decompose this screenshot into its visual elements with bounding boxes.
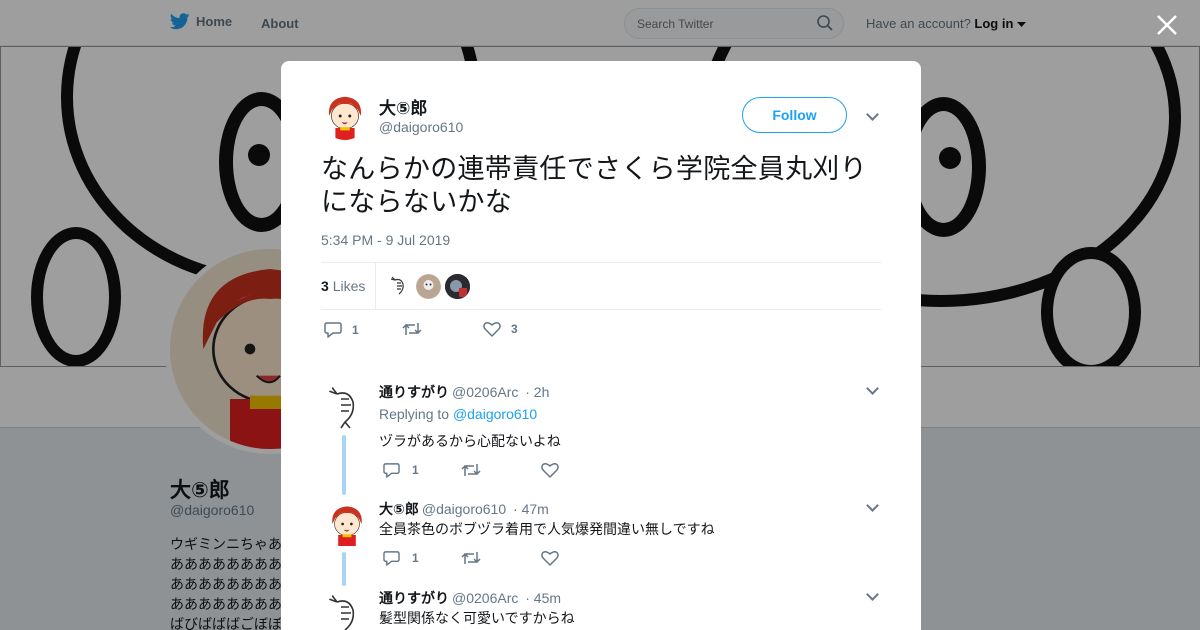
- reply-header: 大⑤郎 @daigoro610 · 47m: [379, 499, 549, 519]
- author-handle[interactable]: @daigoro610: [379, 119, 463, 135]
- reply-action[interactable]: 1: [324, 321, 359, 338]
- reply-menu-chevron-icon[interactable]: [866, 382, 879, 395]
- liker-avatar[interactable]: [416, 274, 441, 299]
- heart-icon: [541, 463, 559, 478]
- reply-author-name[interactable]: 通りすがり: [379, 384, 449, 400]
- retweet-action[interactable]: [461, 550, 481, 566]
- heart-icon: [541, 551, 559, 566]
- reply-header: 通りすがり @0206Arc · 45m: [379, 588, 561, 608]
- stats-divider: [375, 263, 376, 310]
- reply-author-handle[interactable]: @daigoro610: [422, 501, 506, 517]
- reply-time[interactable]: · 45m: [525, 590, 561, 606]
- reply-avatar[interactable]: [325, 590, 365, 630]
- girl-mascot-icon: [325, 502, 369, 546]
- shrimp-icon: [390, 276, 404, 295]
- retweet-icon: [461, 464, 481, 476]
- reply-author-name[interactable]: 通りすがり: [379, 590, 449, 606]
- reply-tweet[interactable]: 通りすがり @0206Arc · 45m 髪型関係なく可愛いですからね: [281, 588, 921, 630]
- reply-tweet[interactable]: 通りすがり @0206Arc · 2h Replying to @daigoro6…: [281, 382, 921, 495]
- reply-action[interactable]: 1: [383, 550, 419, 566]
- reply-icon: [383, 463, 400, 478]
- thread-line: [342, 552, 346, 586]
- shrimp-icon: [325, 590, 365, 630]
- reply-header: 通りすがり @0206Arc · 2h: [379, 382, 549, 402]
- liker-avatar[interactable]: [445, 274, 470, 299]
- like-action[interactable]: 3: [483, 321, 518, 337]
- like-action[interactable]: [541, 550, 559, 566]
- reply-count: 1: [412, 463, 419, 477]
- reply-action[interactable]: 1: [383, 462, 419, 478]
- heart-icon: [483, 322, 501, 337]
- retweet-action[interactable]: [461, 462, 481, 478]
- reply-text: 全員茶色のボブヅラ着用で人気爆発間違い無しですね: [379, 521, 715, 537]
- reply-text: ヅラがあるから心配ないよね: [379, 433, 561, 449]
- reply-tweet[interactable]: 大⑤郎 @daigoro610 · 47m 全員茶色のボブヅラ着用で人気爆発間違い…: [281, 499, 921, 586]
- tweet-timestamp[interactable]: 5:34 PM - 9 Jul 2019: [321, 232, 450, 248]
- reply-menu-chevron-icon[interactable]: [866, 499, 879, 512]
- reply-icon: [383, 551, 400, 566]
- author-name[interactable]: 大⑤郎: [379, 94, 427, 119]
- reply-author-handle[interactable]: @0206Arc: [452, 384, 518, 400]
- tweet-actions: 1 3: [321, 321, 881, 341]
- reply-avatar[interactable]: [325, 500, 369, 548]
- likes-stat[interactable]: 3 Likes: [321, 278, 365, 294]
- tweet-stats: 3 Likes: [321, 262, 881, 310]
- retweet-action[interactable]: [402, 321, 432, 337]
- replying-prefix: Replying to: [379, 406, 450, 422]
- like-action[interactable]: [541, 462, 559, 478]
- likes-count: 3: [321, 278, 329, 294]
- reply-text: 髪型関係なく可愛いですからね: [379, 610, 575, 626]
- reply-author-name[interactable]: 大⑤郎: [379, 501, 419, 517]
- person-photo-icon: [445, 274, 470, 299]
- reply-avatar[interactable]: [325, 382, 365, 430]
- retweet-icon: [402, 323, 422, 335]
- reply-icon: [324, 322, 342, 338]
- reply-author-handle[interactable]: @0206Arc: [452, 590, 518, 606]
- reply-time[interactable]: · 47m: [513, 501, 549, 517]
- close-icon[interactable]: [1154, 12, 1180, 38]
- reply-time[interactable]: · 2h: [525, 384, 549, 400]
- tweet-menu-chevron-icon[interactable]: [866, 108, 879, 121]
- reply-menu-chevron-icon[interactable]: [866, 588, 879, 601]
- replying-to: Replying to @daigoro610: [379, 406, 537, 422]
- liker-avatar[interactable]: [387, 274, 412, 299]
- likes-label: Likes: [332, 278, 366, 294]
- like-count: 3: [511, 322, 518, 336]
- reply-count: 1: [412, 551, 419, 565]
- shrimp-icon: [325, 382, 365, 430]
- author-avatar[interactable]: [321, 92, 369, 140]
- girl-mascot-icon: [321, 92, 369, 140]
- tweet-modal: 大⑤郎 @daigoro610 Follow なんらかの連帯責任でさくら学院全員…: [281, 61, 921, 630]
- person-photo-icon: [416, 274, 441, 299]
- thread-line: [342, 435, 346, 495]
- follow-button[interactable]: Follow: [742, 97, 847, 133]
- tweet-text: なんらかの連帯責任でさくら学院全員丸刈りにならないかな: [321, 154, 867, 217]
- retweet-icon: [461, 552, 481, 564]
- replying-to-link[interactable]: @daigoro610: [453, 406, 537, 422]
- reply-count: 1: [352, 322, 359, 337]
